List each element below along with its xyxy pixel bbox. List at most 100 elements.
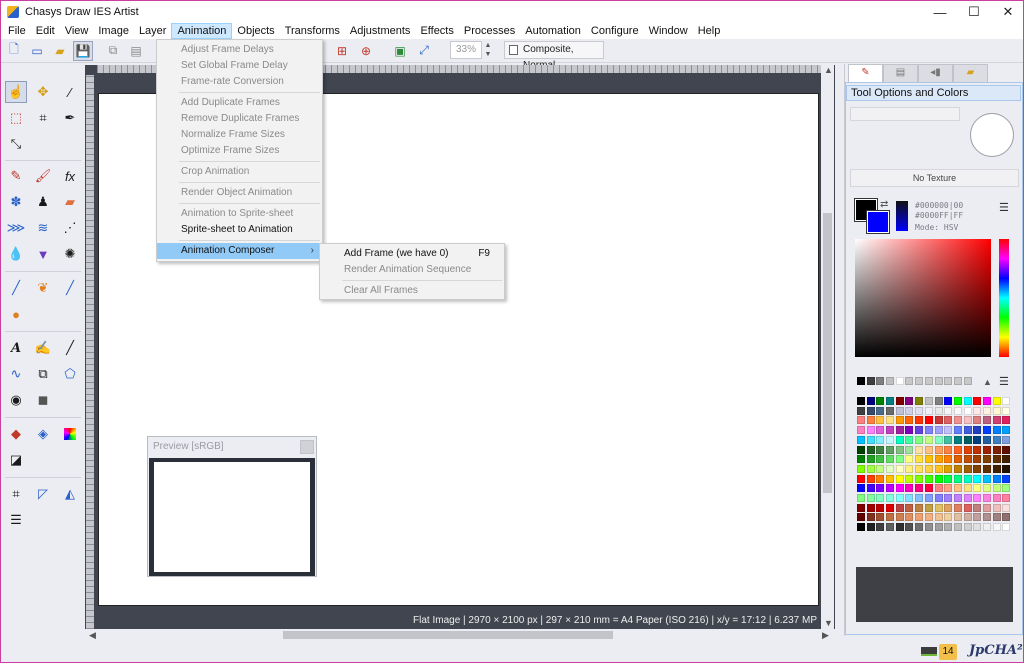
palette-swatch[interactable] [944, 397, 953, 405]
menu-item-optimize-frame-sizes[interactable]: Optimize Frame Sizes [157, 143, 322, 159]
palette-swatch[interactable] [876, 435, 885, 444]
palette-swatch[interactable] [915, 484, 924, 493]
palette-swatch[interactable] [866, 464, 875, 473]
palette-swatch[interactable] [895, 494, 904, 502]
menu-processes[interactable]: Processes [459, 23, 520, 39]
palette-swatch[interactable] [866, 523, 875, 532]
palette-swatch[interactable] [982, 435, 991, 444]
palette-swatch[interactable] [924, 484, 933, 493]
fit-window-icon[interactable]: ▣ [390, 41, 410, 61]
hand-tool-icon[interactable]: ☝ [5, 81, 27, 103]
palette-swatch[interactable] [905, 435, 914, 444]
transform-tool-icon[interactable]: ⤡ [5, 133, 27, 155]
menu-item-add-frame-we-have-0[interactable]: Add Frame (we have 0) F9 [320, 246, 504, 262]
palette-swatch[interactable] [905, 406, 914, 415]
palette-swatch[interactable] [915, 445, 924, 454]
menu-animation[interactable]: Animation [171, 23, 233, 39]
palette-swatch[interactable] [953, 397, 962, 405]
palette-swatch[interactable] [953, 523, 962, 532]
notification-badge[interactable]: 14 [939, 644, 957, 660]
palette-swatch[interactable] [1002, 426, 1011, 435]
fullscreen-icon[interactable]: ⤢ [414, 41, 434, 61]
palette-swatch[interactable] [857, 503, 865, 512]
palette-swatch[interactable] [876, 523, 885, 532]
palette-swatch[interactable] [886, 523, 895, 532]
palette-swatch[interactable] [924, 435, 933, 444]
palette-swatch[interactable] [905, 377, 914, 385]
color-menu-icon[interactable]: ☰ [999, 201, 1009, 214]
palette-swatch[interactable] [934, 464, 943, 473]
gradient-swatch[interactable] [896, 201, 908, 231]
palette-swatch[interactable] [934, 377, 943, 385]
new-window-icon[interactable]: ▭ [27, 41, 47, 61]
curve-tool-icon[interactable]: ∿ [5, 363, 27, 385]
palette-swatch[interactable] [973, 397, 982, 405]
menu-item-animation-composer[interactable]: Animation Composer › [157, 243, 322, 259]
warp-tool-icon[interactable]: ≋ [32, 217, 54, 239]
palette-swatch[interactable] [934, 416, 943, 425]
palette-swatch[interactable] [992, 523, 1001, 532]
palette-swatch[interactable] [895, 474, 904, 483]
palette-swatch[interactable] [982, 523, 991, 532]
palette-swatch[interactable] [1002, 494, 1011, 502]
palette-swatch[interactable] [944, 416, 953, 425]
palette-swatch[interactable] [895, 426, 904, 435]
palette-swatch[interactable] [953, 377, 962, 385]
palette-swatch[interactable] [982, 464, 991, 473]
palette-swatch[interactable] [953, 435, 962, 444]
palette-swatch[interactable] [992, 445, 1001, 454]
menu-item-adjust-frame-delays[interactable]: Adjust Frame Delays [157, 42, 322, 58]
palette-swatch[interactable] [924, 494, 933, 502]
palette-swatch[interactable] [944, 503, 953, 512]
palette-swatch[interactable] [876, 406, 885, 415]
palette-swatch[interactable] [973, 435, 982, 444]
palette-swatch[interactable] [895, 464, 904, 473]
shape-tool-icon[interactable]: ⧉ [32, 363, 54, 385]
palette-swatch[interactable] [915, 397, 924, 405]
tab-frames[interactable]: ◂▮ [918, 64, 953, 82]
palette-swatch[interactable] [934, 513, 943, 522]
gradient-fill-tool-icon[interactable]: ◈ [32, 423, 54, 445]
menu-help[interactable]: Help [693, 23, 726, 39]
palette-swatch[interactable] [876, 464, 885, 473]
texture-select[interactable]: No Texture [850, 169, 1019, 187]
palette-swatch[interactable] [886, 474, 895, 483]
swap-colors-icon[interactable]: ⇄ [880, 199, 888, 210]
menu-item-render-object-animation[interactable]: Render Object Animation [157, 185, 322, 201]
line-brush-tool-icon[interactable]: ╱ [5, 277, 27, 299]
open-folder-icon[interactable]: ▰ [50, 41, 70, 61]
palette-swatch[interactable] [953, 494, 962, 502]
palette-swatch[interactable] [876, 416, 885, 425]
palette-swatch[interactable] [1002, 513, 1011, 522]
menu-adjustments[interactable]: Adjustments [345, 23, 416, 39]
palette-swatch[interactable] [973, 494, 982, 502]
palette-swatch[interactable] [1002, 397, 1011, 405]
palette-swatch[interactable] [963, 406, 972, 415]
palette-swatch[interactable] [944, 464, 953, 473]
menu-item-frame-rate-conversion[interactable]: Frame-rate Conversion [157, 74, 322, 90]
palette-swatch[interactable] [944, 406, 953, 415]
palette-swatch[interactable] [905, 455, 914, 464]
palette-swatch[interactable] [963, 464, 972, 473]
grass-tool-icon[interactable]: ⋰ [59, 217, 81, 239]
palette-swatch[interactable] [963, 494, 972, 502]
bandage-tool-icon[interactable]: ▰ [59, 191, 81, 213]
palette-swatch[interactable] [876, 474, 885, 483]
drop-tool-icon[interactable]: 💧 [5, 243, 27, 265]
palette-swatch[interactable] [886, 455, 895, 464]
close-button[interactable]: ✕ [991, 1, 1024, 23]
palette-swatch[interactable] [934, 455, 943, 464]
palette-swatch[interactable] [857, 416, 865, 425]
pencil-tool-icon[interactable]: ✎ [5, 165, 27, 187]
palette-swatch[interactable] [944, 484, 953, 493]
tab-notes[interactable]: ▰ [953, 64, 988, 82]
palette-swatch[interactable] [886, 445, 895, 454]
duplicate-frame-icon[interactable]: ⊕ [356, 41, 376, 61]
palette-swatch[interactable] [992, 406, 1001, 415]
palette-swatch[interactable] [1002, 435, 1011, 444]
palette-swatch[interactable] [934, 503, 943, 512]
palette-swatch[interactable] [973, 455, 982, 464]
palette-swatch[interactable] [886, 397, 895, 405]
palette-swatch[interactable] [924, 397, 933, 405]
palette-swatch[interactable] [934, 397, 943, 405]
